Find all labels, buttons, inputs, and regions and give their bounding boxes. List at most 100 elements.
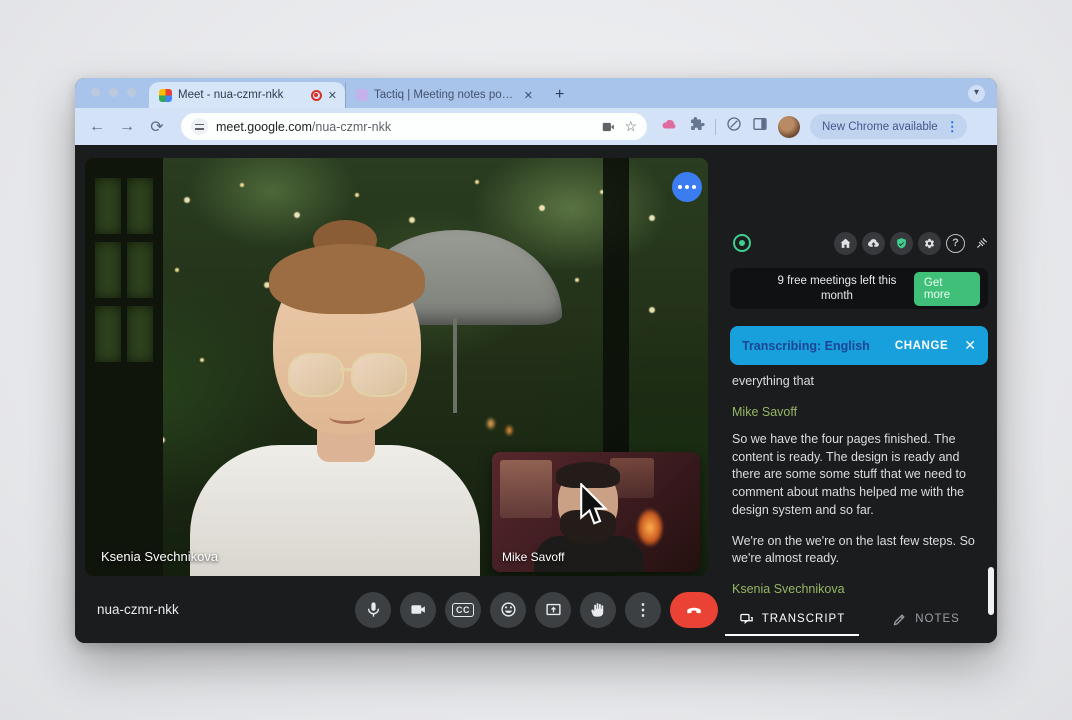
tab-search-button[interactable]: ▾ — [968, 85, 985, 102]
recording-indicator-icon — [310, 89, 322, 101]
meet-favicon-icon — [159, 88, 172, 102]
change-language-button[interactable]: CHANGE — [895, 340, 948, 352]
close-window-button[interactable] — [91, 88, 100, 97]
tactiq-header-actions: ? — [834, 231, 993, 255]
raise-hand-button[interactable] — [580, 591, 616, 628]
window-pane — [127, 178, 153, 234]
call-controls: CC ⋮ — [355, 591, 718, 628]
privacy-shield-button[interactable] — [890, 231, 913, 255]
umbrella-pole — [453, 318, 457, 413]
bookmark-star-icon[interactable]: ☆ — [624, 118, 637, 135]
tab-tactiq[interactable]: Tactiq | Meeting notes power ✕ — [345, 82, 541, 108]
participant-hair — [269, 244, 425, 314]
home-button[interactable] — [834, 231, 857, 255]
window-pane — [127, 242, 153, 298]
tab-strip: Meet - nua-czmr-nkk ✕ Tactiq | Meeting n… — [75, 78, 997, 108]
end-call-button[interactable] — [670, 591, 718, 628]
transcript-text: We're on the we're on the last few steps… — [732, 533, 975, 566]
glasses-right-lens — [351, 353, 407, 397]
new-chrome-button[interactable]: New Chrome available ⋮ — [810, 114, 967, 139]
tab-meet[interactable]: Meet - nua-czmr-nkk ✕ — [149, 82, 345, 108]
transcript-list[interactable]: everything that Mike Savoff So we have t… — [725, 365, 993, 604]
toolbar-right: New Chrome available ⋮ — [661, 114, 967, 139]
extension-circle-icon[interactable] — [726, 116, 742, 137]
url-host: meet.google.com — [216, 119, 312, 134]
reload-button[interactable]: ⟳ — [145, 117, 169, 137]
extension-pink-icon[interactable] — [661, 117, 679, 136]
browser-toolbar: ← → ⟳ meet.google.com/nua-czmr-nkk ☆ New… — [75, 108, 997, 145]
participant-name-label: Ksenia Svechnikova — [101, 549, 219, 564]
extensions-puzzle-icon[interactable] — [689, 116, 705, 137]
quota-text: 9 free meetings left this month — [777, 274, 897, 302]
window-controls[interactable] — [91, 88, 136, 97]
microphone-button[interactable] — [355, 591, 391, 628]
pip-name-label: Mike Savoff — [502, 550, 565, 564]
close-banner-icon[interactable]: ✕ — [964, 337, 976, 354]
tactiq-header: ? — [725, 227, 993, 259]
participant-smile — [329, 410, 365, 424]
captions-button[interactable]: CC — [445, 591, 481, 628]
url-text: meet.google.com/nua-czmr-nkk — [216, 120, 592, 134]
address-bar[interactable]: meet.google.com/nua-czmr-nkk ☆ — [181, 113, 647, 140]
tactiq-sidebar: ? 9 free meetings left this month Get mo… — [725, 227, 993, 643]
desktop-background: Meet - nua-czmr-nkk ✕ Tactiq | Meeting n… — [0, 0, 1072, 720]
more-options-button[interactable]: ⋮ — [625, 591, 661, 628]
tab-notes[interactable]: NOTES — [859, 604, 993, 636]
reactions-button[interactable] — [490, 591, 526, 628]
close-tab-icon[interactable]: ✕ — [524, 89, 533, 102]
profile-avatar[interactable] — [778, 115, 800, 138]
transcript-text: everything that — [732, 374, 814, 388]
cc-icon: CC — [452, 602, 474, 617]
new-tab-button[interactable]: + — [555, 86, 564, 108]
toolbar-divider — [715, 118, 716, 135]
meet-control-bar: nua-czmr-nkk CC ⋮ — [75, 576, 725, 643]
help-button[interactable]: ? — [946, 233, 965, 253]
window-pane — [127, 306, 153, 362]
side-panel-icon[interactable] — [752, 116, 768, 137]
glasses-left-lens — [288, 353, 344, 397]
site-settings-icon[interactable] — [191, 118, 208, 135]
door-frame-right — [603, 158, 629, 458]
transcript-speaker: Ksenia Svechnikova — [732, 582, 845, 596]
candle-glow — [477, 410, 523, 444]
present-button[interactable] — [535, 591, 571, 628]
forward-button[interactable]: → — [115, 118, 139, 136]
back-button[interactable]: ← — [85, 118, 109, 136]
tab-transcript[interactable]: TRANSCRIPT — [725, 604, 859, 636]
tab-media-icon[interactable] — [600, 120, 616, 134]
settings-gear-button[interactable] — [918, 231, 941, 255]
transcript-speaker: Mike Savoff — [732, 404, 798, 419]
participant-shirt — [190, 445, 480, 576]
transcribing-label: Transcribing: English — [742, 338, 870, 353]
tab-transcript-label: TRANSCRIPT — [761, 613, 846, 625]
glasses-bridge — [340, 368, 354, 371]
tab-notes-label: NOTES — [915, 613, 960, 625]
connector-button[interactable] — [970, 232, 993, 255]
tactiq-logo-icon — [733, 234, 751, 252]
quota-banner: 9 free meetings left this month Get more — [730, 268, 988, 309]
minimize-window-button[interactable] — [109, 88, 118, 97]
url-path: /nua-czmr-nkk — [311, 119, 392, 134]
browser-window: Meet - nua-czmr-nkk ✕ Tactiq | Meeting n… — [75, 78, 997, 643]
tactiq-favicon-icon — [356, 89, 368, 101]
pip-window-light — [500, 460, 552, 518]
mouse-cursor — [580, 483, 608, 525]
camera-button[interactable] — [400, 591, 436, 628]
window-frame-left — [85, 158, 163, 576]
window-pane — [95, 178, 121, 234]
tactiq-chat-bubble-button[interactable] — [672, 172, 702, 202]
window-pane — [95, 306, 121, 362]
chrome-menu-icon[interactable]: ⋮ — [946, 119, 959, 135]
window-pane — [95, 242, 121, 298]
tab-label: Meet - nua-czmr-nkk — [178, 89, 284, 101]
tab-label: Tactiq | Meeting notes power — [374, 89, 518, 101]
meeting-code-label: nua-czmr-nkk — [97, 602, 179, 617]
main-video: Mike Savoff Ksenia Svechnikova — [85, 158, 708, 576]
maximize-window-button[interactable] — [127, 88, 136, 97]
sidebar-scrollbar[interactable] — [988, 567, 994, 615]
meet-page: Mike Savoff Ksenia Svechnikova nua-czmr-… — [75, 145, 997, 643]
get-more-button[interactable]: Get more — [913, 271, 980, 306]
cloud-upload-button[interactable] — [862, 231, 885, 255]
close-tab-icon[interactable]: ✕ — [328, 89, 337, 102]
transcribing-banner: Transcribing: English CHANGE ✕ — [730, 326, 988, 365]
